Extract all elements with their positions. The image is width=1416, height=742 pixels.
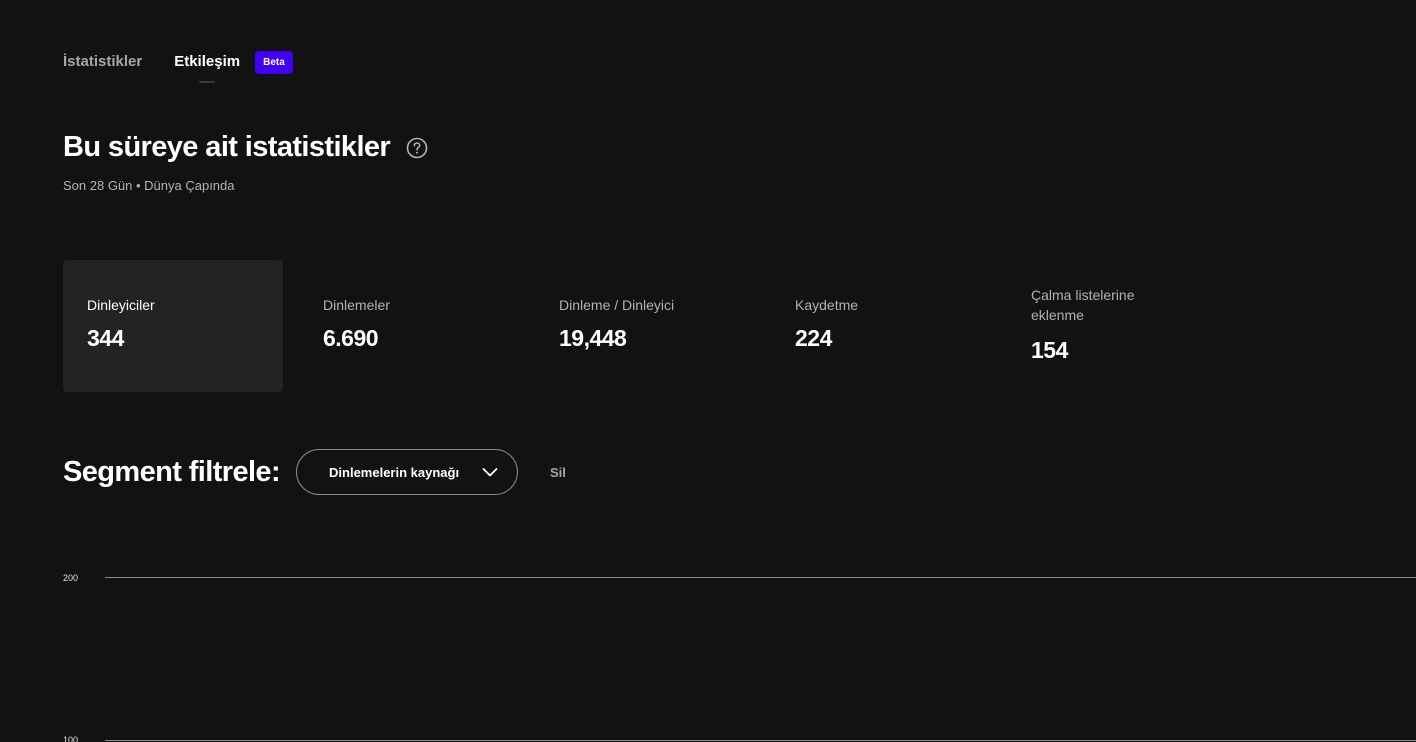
tab-statistics[interactable]: İstatistikler (63, 50, 142, 74)
y-tick-label: 200 (63, 573, 79, 583)
listeners-chart: 200 100 (0, 560, 1416, 742)
title-row: Bu süreye ait istatistikler (63, 131, 428, 164)
y-tick-label: 100 (63, 735, 79, 742)
metrics-row: Dinleyiciler 344 Dinlemeler 6.690 Dinlem… (63, 260, 1243, 392)
metric-label: Dinleyiciler (87, 297, 155, 313)
metric-value: 344 (87, 325, 124, 351)
metric-card-playlist-adds[interactable]: Çalma listelerine eklenme 154 (1007, 260, 1227, 392)
metric-card-listeners[interactable]: Dinleyiciler 344 (63, 260, 283, 392)
metric-card-streams-per-listener[interactable]: Dinleme / Dinleyici 19,448 (535, 260, 755, 392)
segment-filter: Segment filtrele: Dinlemelerin kaynağı S… (63, 448, 566, 496)
tab-bar: İstatistikler Etkileşim Beta (63, 50, 293, 83)
metric-label: Dinlemeler (323, 297, 390, 313)
segment-filter-title: Segment filtrele: (63, 455, 281, 488)
dropdown-label: Dinlemelerin kaynağı (329, 464, 460, 480)
metric-label: Kaydetme (795, 297, 859, 313)
metric-value: 6.690 (323, 325, 379, 351)
page-title: Bu süreye ait istatistikler (63, 131, 391, 163)
metric-value: 19,448 (559, 325, 627, 351)
chevron-down-icon (481, 463, 499, 481)
source-dropdown[interactable]: Dinlemelerin kaynağı (296, 449, 519, 495)
metric-label: Çalma listelerine eklenme (1031, 287, 1135, 323)
grid-line (105, 577, 1416, 578)
question-circle-icon[interactable] (406, 137, 428, 159)
metric-value: 224 (795, 325, 832, 351)
stats-page: İstatistikler Etkileşim Beta Bu süreye a… (0, 0, 1416, 742)
tab-engagement[interactable]: Etkileşim (174, 50, 240, 83)
beta-badge: Beta (255, 50, 293, 74)
metric-value: 154 (1031, 337, 1068, 363)
grid-line (105, 740, 1416, 741)
metric-card-saves[interactable]: Kaydetme 224 (771, 260, 991, 392)
clear-filter-button[interactable]: Sil (550, 465, 566, 480)
page-subtitle: Son 28 Gün • Dünya Çapında (63, 178, 235, 193)
metric-card-streams[interactable]: Dinlemeler 6.690 (299, 260, 519, 392)
metric-label: Dinleme / Dinleyici (559, 297, 675, 313)
